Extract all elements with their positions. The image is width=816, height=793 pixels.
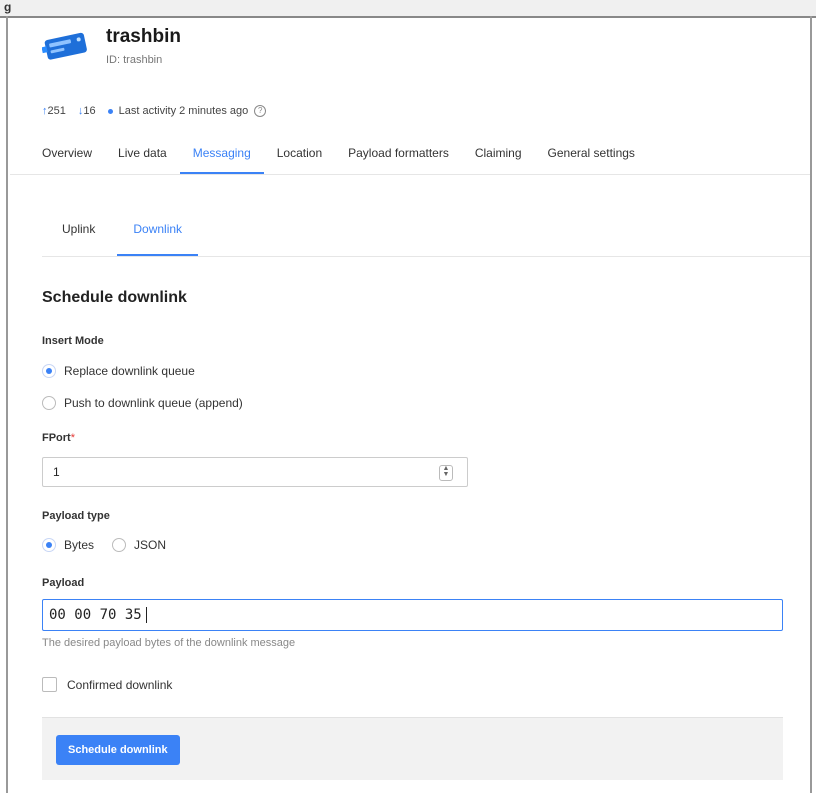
device-name: trashbin xyxy=(106,26,181,47)
schedule-downlink-button[interactable]: Schedule downlink xyxy=(56,735,180,765)
fport-input[interactable]: 1 ▲ ▼ xyxy=(42,457,468,487)
payload-label: Payload xyxy=(42,577,85,589)
radio-label: JSON xyxy=(134,538,167,552)
device-icon xyxy=(42,32,87,60)
form-footer: Schedule downlink xyxy=(42,717,783,780)
downlink-count: ↓16 xyxy=(77,105,96,117)
sub-tabs-divider xyxy=(42,256,810,257)
tab-location[interactable]: Location xyxy=(264,144,335,174)
tab-overview[interactable]: Overview xyxy=(42,144,105,174)
confirmed-downlink-option[interactable]: Confirmed downlink xyxy=(42,677,172,692)
radio-button[interactable] xyxy=(42,538,56,552)
help-icon[interactable]: ? xyxy=(254,105,267,117)
confirmed-downlink-checkbox[interactable] xyxy=(42,677,57,692)
status-dot xyxy=(107,108,113,114)
radio-bytes[interactable]: Bytes xyxy=(42,538,94,552)
messaging-sub-tabs: Uplink Downlink xyxy=(46,220,198,256)
tab-claiming[interactable]: Claiming xyxy=(462,144,535,174)
page-title: Schedule downlink xyxy=(42,289,187,306)
text-caret xyxy=(145,607,147,623)
device-id: ID: trashbin xyxy=(106,54,163,66)
tab-live-data[interactable]: Live data xyxy=(105,144,180,174)
radio-push-queue[interactable]: Push to downlink queue (append) xyxy=(42,396,243,410)
payload-input[interactable]: 00 00 70 35 xyxy=(42,599,783,631)
radio-button[interactable] xyxy=(42,364,56,378)
window-titlebar: g xyxy=(0,0,816,18)
main-tabs-divider xyxy=(10,174,810,175)
payload-type-group: Bytes JSON xyxy=(42,538,176,552)
payload-hint: The desired payload bytes of the downlin… xyxy=(42,637,296,649)
radio-button[interactable] xyxy=(112,538,127,552)
number-stepper-icon[interactable]: ▲ ▼ xyxy=(439,465,453,481)
radio-label: Replace downlink queue xyxy=(64,364,195,378)
uplink-count: ↑251 xyxy=(42,105,66,117)
radio-label: Bytes xyxy=(64,538,95,552)
tab-downlink[interactable]: Downlink xyxy=(117,220,198,256)
radio-label: Push to downlink queue (append) xyxy=(64,396,243,410)
checkbox-label: Confirmed downlink xyxy=(67,677,173,692)
payload-type-label: Payload type xyxy=(42,510,110,522)
last-activity: Last activity 2 minutes ago xyxy=(118,105,249,117)
window-caption: g xyxy=(4,0,12,14)
required-mark: * xyxy=(70,432,76,444)
tab-general-settings[interactable]: General settings xyxy=(535,144,648,174)
device-stats: ↑251 ↓16 Last activity 2 minutes ago ? xyxy=(42,105,267,117)
fport-label: FPort* xyxy=(42,432,76,444)
window-border-right xyxy=(810,16,812,793)
radio-json[interactable]: JSON xyxy=(112,538,166,552)
main-tabs: Overview Live data Messaging Location Pa… xyxy=(42,144,648,174)
radio-replace-queue[interactable]: Replace downlink queue xyxy=(42,364,195,378)
tab-messaging[interactable]: Messaging xyxy=(179,144,264,174)
window-border-left xyxy=(6,16,8,793)
radio-button[interactable] xyxy=(42,396,56,410)
tab-uplink[interactable]: Uplink xyxy=(46,220,117,256)
insert-mode-label: Insert Mode xyxy=(42,335,104,347)
tab-payload-formatters[interactable]: Payload formatters xyxy=(335,144,462,174)
